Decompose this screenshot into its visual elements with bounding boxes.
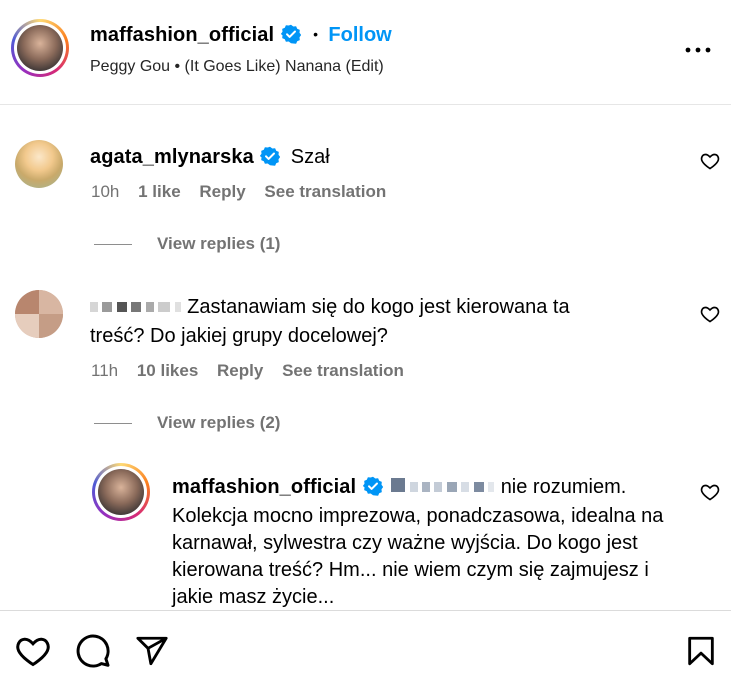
hidden-username-pixelated: [90, 300, 185, 317]
comment-like-heart-icon[interactable]: [700, 304, 720, 324]
reply-text-line5: jakie masz życie...: [172, 586, 335, 608]
bookmark-icon[interactable]: [684, 634, 718, 668]
reply-button[interactable]: Reply: [217, 361, 263, 380]
verified-badge-icon: [280, 24, 301, 44]
reply-username[interactable]: maffashion_official: [172, 476, 356, 498]
see-translation-button[interactable]: See translation: [282, 361, 404, 380]
comment-like-heart-icon[interactable]: [700, 151, 720, 171]
header-avatar[interactable]: [11, 19, 69, 77]
view-replies-line: [94, 244, 132, 245]
comment-likes[interactable]: 1 like: [138, 182, 181, 201]
heart-icon[interactable]: [15, 633, 51, 669]
reply-text-line3: karnawał, sylwestra czy ważne wyjścia. D…: [172, 532, 638, 554]
follow-button[interactable]: Follow: [328, 24, 391, 46]
reply-text-line2: Kolekcja mocno imprezowa, ponadczasowa, …: [172, 505, 664, 527]
view-replies-button[interactable]: View replies (2): [157, 413, 280, 433]
hidden-mention-pixelated: [391, 478, 499, 497]
comment-text: Szał: [290, 146, 330, 168]
reply-button[interactable]: Reply: [199, 182, 245, 201]
post-header: maffashion_official • Follow Peggy Gou •…: [0, 0, 731, 105]
commenter-avatar-blurred[interactable]: [15, 290, 63, 338]
comment-time: 11h: [91, 361, 119, 380]
verified-badge-icon: [260, 146, 281, 166]
reply-text-line4: kierowana treść? Hm... nie wiem czym się…: [172, 559, 649, 581]
more-options-icon[interactable]: [684, 42, 712, 53]
commenter-avatar[interactable]: [15, 140, 63, 188]
share-icon[interactable]: [135, 634, 169, 668]
comment-likes[interactable]: 10 likes: [137, 361, 198, 380]
comment-time: 10h: [91, 182, 120, 201]
reply-text-line1: nie rozumiem.: [500, 476, 627, 498]
view-replies-button[interactable]: View replies (1): [157, 234, 280, 254]
comment-username[interactable]: agata_mlynarska: [90, 146, 254, 168]
comment-icon[interactable]: [75, 633, 111, 669]
comment-text-line1: Zastanawiam się do kogo jest kierowana t…: [187, 296, 570, 318]
header-separator-dot: •: [313, 26, 318, 42]
verified-badge-icon: [362, 476, 383, 496]
action-bar: [0, 610, 731, 684]
reply-like-heart-icon[interactable]: [700, 482, 720, 502]
reply-avatar[interactable]: [92, 463, 150, 521]
comment-text-line2: treść? Do jakiej grupy docelowej?: [90, 325, 388, 347]
audio-label[interactable]: Peggy Gou • (It Goes Like) Nanana (Edit): [90, 58, 384, 76]
see-translation-button[interactable]: See translation: [264, 182, 386, 201]
header-username[interactable]: maffashion_official: [90, 24, 274, 46]
view-replies-line: [94, 423, 132, 424]
